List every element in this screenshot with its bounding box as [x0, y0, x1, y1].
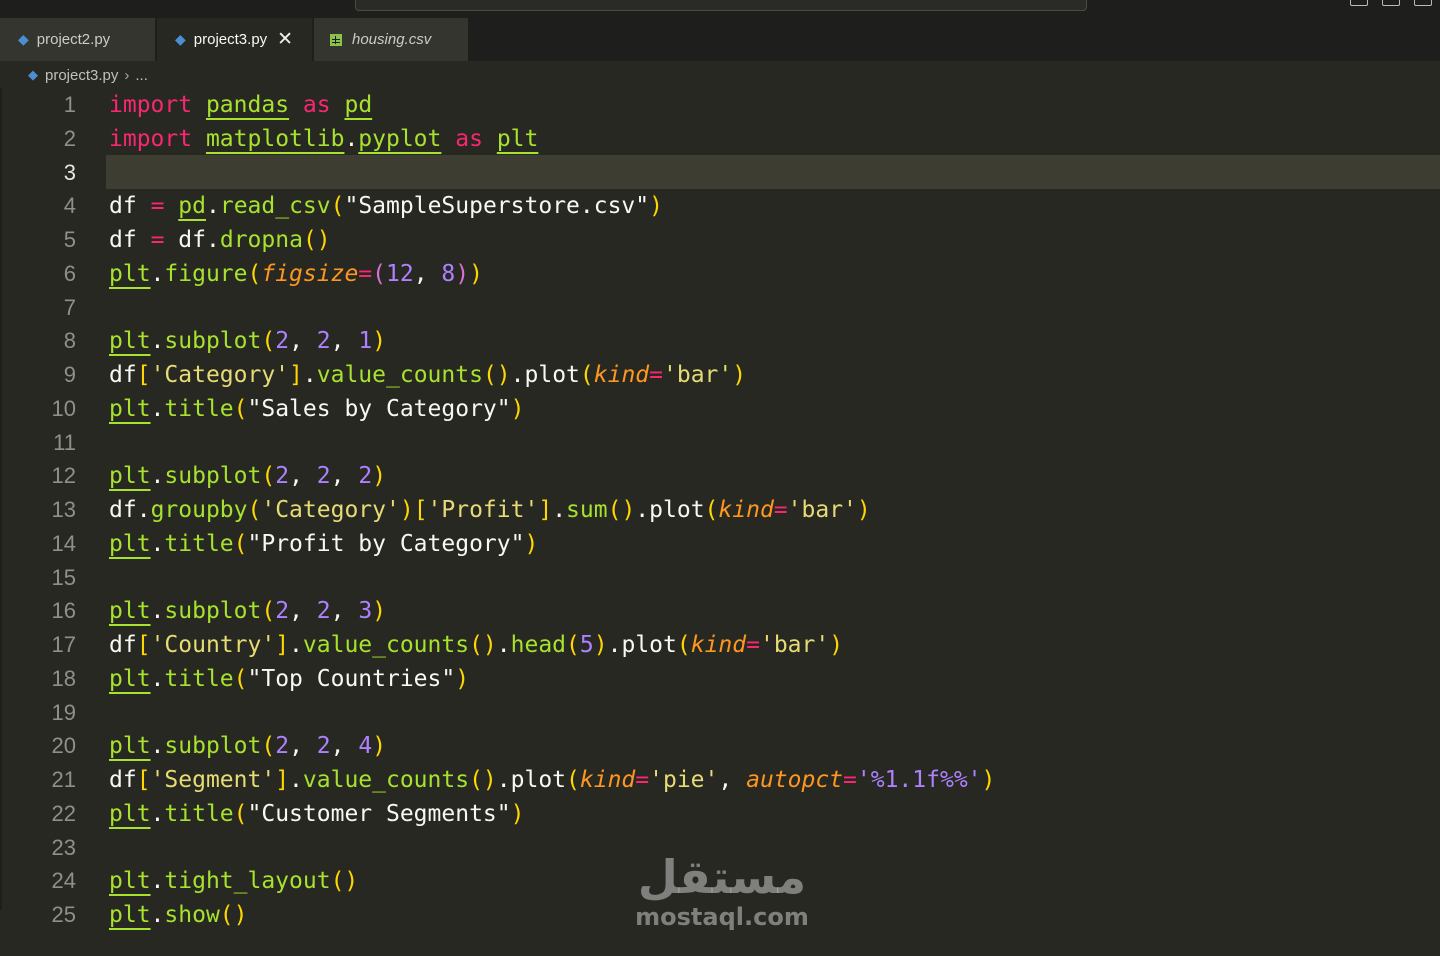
customize-layout-icon[interactable] [1414, 0, 1432, 6]
line-number: 12 [51, 463, 76, 488]
code-line: 16 plt.subplot(2, 2, 3) [0, 594, 1440, 628]
code-line: 1 import pandas as pd [0, 88, 1440, 122]
line-number: 20 [51, 733, 76, 758]
code-text[interactable]: plt.tight_layout() [109, 868, 358, 894]
code-line: 14 plt.title("Profit by Category") [0, 527, 1440, 561]
breadcrumb-more[interactable]: ... [135, 67, 148, 84]
code-line: 22 plt.title("Customer Segments") [0, 797, 1440, 831]
editor-tab-bar: ◆ project2.py ◆ project3.py ✕ housing.cs… [0, 18, 1440, 61]
code-line: 6 plt.figure(figsize=(12, 8)) [0, 257, 1440, 291]
line-number: 23 [51, 835, 76, 860]
tab-label: housing.csv [352, 31, 432, 48]
code-line: 10 plt.title("Sales by Category") [0, 392, 1440, 426]
code-text[interactable]: plt.title("Customer Segments") [109, 801, 524, 827]
python-icon: ◆ [175, 31, 186, 47]
code-text[interactable]: plt.title("Sales by Category") [109, 396, 524, 422]
watermark-latin: mostaql.com [635, 903, 809, 931]
line-number: 21 [51, 767, 76, 792]
code-text[interactable]: df.groupby('Category')['Profit'].sum().p… [109, 497, 871, 523]
code-text[interactable]: df = pd.read_csv("SampleSuperstore.csv") [109, 193, 663, 219]
line-number: 24 [51, 868, 76, 893]
code-text[interactable]: plt.title("Top Countries") [109, 666, 469, 692]
code-line: 17 df['Country'].value_counts().head(5).… [0, 628, 1440, 662]
code-text[interactable]: plt.title("Profit by Category") [109, 531, 538, 557]
line-number: 13 [51, 497, 76, 522]
tab-label: project2.py [36, 31, 111, 48]
line-number: 19 [51, 700, 76, 725]
code-line: 4 df = pd.read_csv("SampleSuperstore.csv… [0, 189, 1440, 223]
line-number: 3 [63, 160, 76, 185]
chevron-right-icon: › [124, 66, 130, 84]
line-number: 11 [53, 430, 76, 455]
watermark-arabic: مستقل [637, 850, 807, 904]
line-number: 6 [63, 261, 76, 286]
line-number: 14 [51, 531, 76, 556]
menu-bar [0, 0, 1440, 18]
code-text[interactable]: plt.subplot(2, 2, 4) [109, 733, 386, 759]
code-text[interactable]: import pandas as pd [109, 92, 372, 118]
line-number: 8 [63, 328, 76, 353]
line-number: 25 [51, 902, 76, 927]
breadcrumb-file[interactable]: project3.py [45, 67, 118, 84]
code-line: 19 [0, 696, 1440, 730]
line-number: 9 [63, 362, 76, 387]
code-text[interactable]: df = df.dropna() [109, 227, 331, 253]
line-number: 2 [63, 126, 76, 151]
mostaql-watermark: مستقل mostaql.com [632, 850, 812, 930]
code-text[interactable]: df['Country'].value_counts().head(5).plo… [109, 632, 843, 658]
code-line: 8 plt.subplot(2, 2, 1) [0, 324, 1440, 358]
code-line: 9 df['Category'].value_counts().plot(kin… [0, 358, 1440, 392]
code-text[interactable]: df['Segment'].value_counts().plot(kind='… [109, 767, 995, 793]
line-number: 22 [51, 801, 76, 826]
code-text[interactable]: plt.figure(figsize=(12, 8)) [109, 261, 483, 287]
line-number: 16 [51, 598, 76, 623]
layout-controls [1350, 0, 1432, 6]
toggle-sidebar-icon[interactable] [1382, 0, 1400, 6]
python-icon: ◆ [18, 31, 29, 47]
toggle-panel-icon[interactable] [1350, 0, 1368, 6]
tab-housing-csv[interactable]: housing.csv [314, 18, 468, 61]
python-icon: ◆ [28, 67, 38, 82]
csv-table-icon [330, 33, 342, 46]
code-line: 2 import matplotlib.pyplot as plt [0, 122, 1440, 156]
code-editor[interactable]: 1 import pandas as pd 2 import matplotli… [0, 88, 1440, 956]
breadcrumb: ◆ project3.py › ... [28, 64, 148, 86]
code-text[interactable]: plt.subplot(2, 2, 3) [109, 598, 386, 624]
line-number: 10 [51, 396, 76, 421]
code-text[interactable]: import matplotlib.pyplot as plt [109, 126, 538, 152]
command-center-search[interactable] [355, 0, 1087, 11]
line-number: 5 [63, 227, 76, 252]
code-text[interactable]: plt.show() [109, 902, 248, 928]
code-line: 5 df = df.dropna() [0, 223, 1440, 257]
code-line: 20 plt.subplot(2, 2, 4) [0, 729, 1440, 763]
code-line: 21 df['Segment'].value_counts().plot(kin… [0, 763, 1440, 797]
code-line: 13 df.groupby('Category')['Profit'].sum(… [0, 493, 1440, 527]
line-number: 7 [63, 295, 76, 320]
line-number: 1 [63, 92, 76, 117]
code-line: 7 [0, 291, 1440, 325]
code-text[interactable]: plt.subplot(2, 2, 2) [109, 463, 386, 489]
code-text[interactable]: df['Category'].value_counts().plot(kind=… [109, 362, 746, 388]
tab-label: project3.py [193, 31, 268, 48]
code-line: 18 plt.title("Top Countries") [0, 662, 1440, 696]
code-line: 3 [0, 156, 1440, 190]
line-number: 18 [51, 666, 76, 691]
line-number: 17 [51, 632, 76, 657]
code-line: 12 plt.subplot(2, 2, 2) [0, 459, 1440, 493]
close-tab-icon[interactable]: ✕ [277, 30, 293, 49]
line-number: 4 [63, 193, 76, 218]
code-line: 15 [0, 561, 1440, 595]
code-line: 11 [0, 426, 1440, 460]
code-text[interactable]: plt.subplot(2, 2, 1) [109, 328, 386, 354]
tab-project2[interactable]: ◆ project2.py [0, 18, 155, 61]
line-number: 15 [51, 565, 76, 590]
tab-project3[interactable]: ◆ project3.py ✕ [157, 18, 312, 61]
